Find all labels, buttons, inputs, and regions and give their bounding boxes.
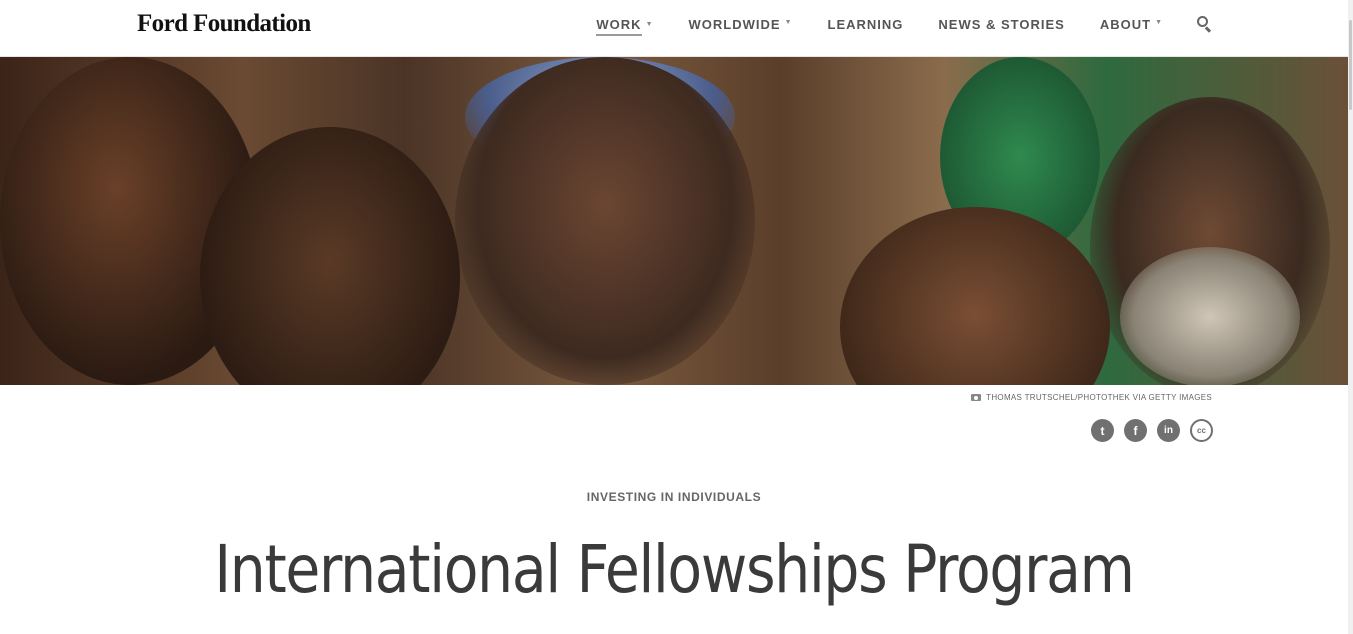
photo-credit-text: THOMAS TRUTSCHEL/PHOTOTHEK VIA GETTY IMA… <box>986 393 1212 402</box>
creative-commons-icon: cc <box>1197 426 1206 435</box>
main-nav: WORK ▼ WORLDWIDE ▼ LEARNING NEWS & STORI… <box>596 0 1213 48</box>
nav-label: NEWS & STORIES <box>938 16 1065 32</box>
search-icon[interactable] <box>1197 16 1213 33</box>
facebook-share-button[interactable]: f <box>1124 419 1147 442</box>
linkedin-icon: in <box>1164 424 1173 436</box>
twitter-icon: t <box>1100 423 1105 438</box>
hero-beard <box>1120 247 1300 385</box>
section-eyebrow: INVESTING IN INDIVIDUALS <box>586 490 762 504</box>
linkedin-share-button[interactable]: in <box>1157 419 1180 442</box>
chevron-down-icon: ▼ <box>1155 18 1163 26</box>
camera-icon <box>971 394 982 401</box>
facebook-icon: f <box>1133 423 1138 438</box>
chevron-down-icon: ▼ <box>645 20 654 28</box>
nav-label: LEARNING <box>827 16 904 32</box>
nav-learning[interactable]: LEARNING <box>828 17 904 32</box>
nav-label: WORK <box>596 17 642 36</box>
nav-work[interactable]: WORK ▼ <box>596 13 653 36</box>
site-header: Ford Foundation WORK ▼ WORLDWIDE ▼ LEARN… <box>0 0 1353 57</box>
share-buttons: t f in cc <box>1081 419 1213 442</box>
nav-label: WORLDWIDE <box>688 16 781 32</box>
scrollbar-thumb[interactable] <box>1349 20 1352 110</box>
page-scrollbar[interactable] <box>1348 0 1353 634</box>
photo-credit: THOMAS TRUTSCHEL/PHOTOTHEK VIA GETTY IMA… <box>971 393 1212 402</box>
twitter-share-button[interactable]: t <box>1091 419 1114 442</box>
page-title: International Fellowships Program <box>214 531 1135 608</box>
search-handle <box>1205 26 1212 33</box>
chevron-down-icon: ▼ <box>784 18 793 26</box>
hero-figure-center <box>455 57 755 385</box>
creative-commons-button[interactable]: cc <box>1190 419 1213 442</box>
nav-worldwide[interactable]: WORLDWIDE ▼ <box>689 17 793 32</box>
nav-news-stories[interactable]: NEWS & STORIES <box>938 17 1064 32</box>
nav-label: ABOUT <box>1099 16 1152 32</box>
ford-foundation-logo[interactable]: Ford Foundation <box>137 10 311 38</box>
hero-image <box>0 57 1348 385</box>
nav-about[interactable]: ABOUT ▼ <box>1100 17 1163 32</box>
